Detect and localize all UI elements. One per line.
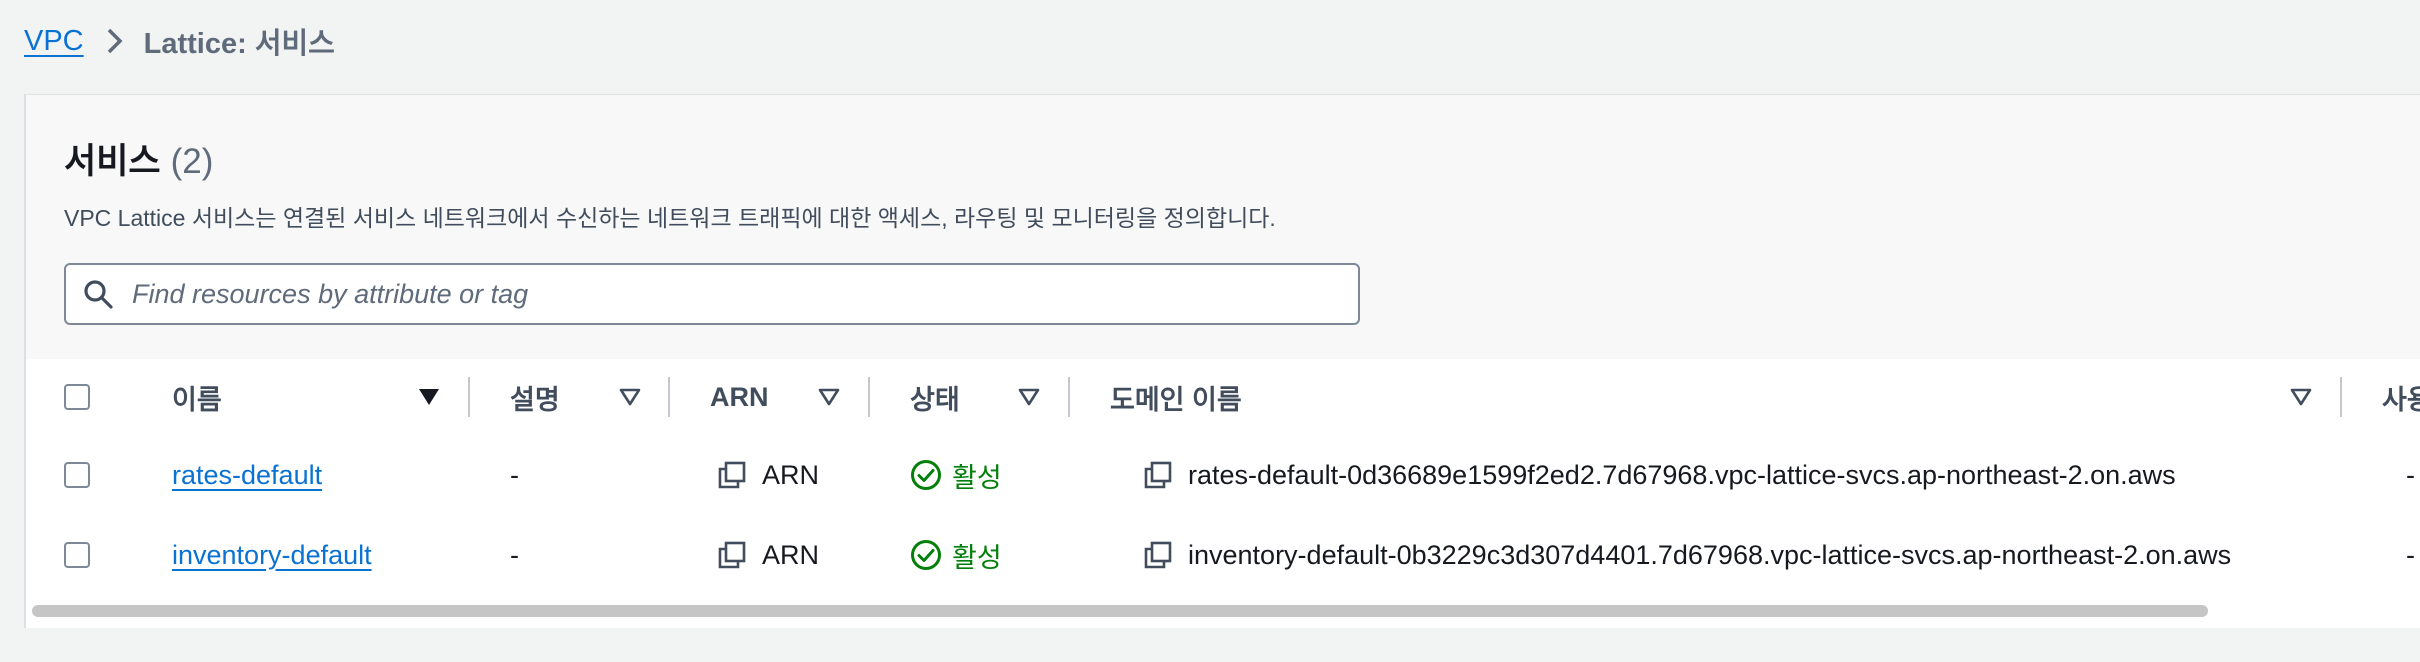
page-description: VPC Lattice 서비스는 연결된 서비스 네트워크에서 수신하는 네트워… (64, 205, 1276, 231)
search-icon (82, 278, 114, 310)
cell-domain: inventory-default-0b3229c3d307d4401.7d67… (1144, 515, 2231, 595)
status-text: 활성 (952, 462, 1002, 493)
cell-domain: rates-default-0d36689e1599f2ed2.7d67968.… (1144, 435, 2176, 515)
copy-icon[interactable] (718, 541, 746, 569)
cell-status: 활성 (910, 515, 1002, 595)
page-title: 서비스 (2) (64, 133, 213, 184)
row-checkbox[interactable] (64, 462, 90, 488)
check-circle-icon (910, 539, 942, 571)
column-header-arn[interactable]: ARN (710, 359, 769, 435)
caret-down-outline-icon[interactable] (2290, 359, 2312, 435)
breadcrumb-current: Lattice: 서비스 (143, 28, 335, 60)
arn-text: ARN (762, 539, 820, 570)
search-input[interactable] (130, 277, 1334, 311)
column-header-extra[interactable]: 사용 (2382, 359, 2420, 435)
select-all-cell (64, 359, 90, 435)
service-name-link[interactable]: inventory-default (172, 540, 372, 571)
column-resizer[interactable] (668, 377, 670, 417)
service-name-link[interactable]: rates-default (172, 460, 322, 491)
column-header-description[interactable]: 설명 (510, 359, 560, 435)
row-checkbox[interactable] (64, 542, 90, 568)
cell-arn: ARN (718, 515, 819, 595)
services-table-container: 서비스 (2) VPC Lattice 서비스는 연결된 서비스 네트워크에서 … (24, 94, 2420, 628)
caret-down-outline-icon[interactable] (818, 359, 840, 435)
check-circle-icon (910, 459, 942, 491)
breadcrumb-vpc-link[interactable]: VPC (24, 25, 84, 58)
copy-icon[interactable] (718, 461, 746, 489)
horizontal-scrollbar[interactable] (26, 595, 2420, 628)
title-count: (2) (170, 142, 214, 181)
column-header-domain[interactable]: 도메인 이름 (1110, 359, 1242, 435)
copy-icon[interactable] (1144, 461, 1172, 489)
cell-description: - (510, 459, 519, 490)
cell-status: 활성 (910, 435, 1002, 515)
chevron-right-icon (106, 27, 124, 55)
cell-description: - (510, 539, 519, 570)
title-text: 서비스 (64, 142, 161, 181)
table-row: rates-default - ARN 활성 rates-default-0d3… (26, 435, 2420, 517)
copy-icon[interactable] (1144, 541, 1172, 569)
table-row: inventory-default - ARN 활성 inventory-def… (26, 515, 2420, 597)
column-resizer[interactable] (1068, 377, 1070, 417)
table-header-row: 이름 설명 ARN 상태 도메인 이름 사용 (26, 359, 2420, 437)
domain-text: inventory-default-0b3229c3d307d4401.7d67… (1188, 539, 2232, 570)
cell-name: rates-default (172, 435, 322, 515)
column-resizer[interactable] (2340, 377, 2342, 417)
cell-name: inventory-default (172, 515, 372, 595)
caret-down-filled-icon[interactable] (418, 359, 440, 435)
breadcrumb: VPC Lattice: 서비스 (24, 18, 335, 64)
select-all-checkbox[interactable] (64, 384, 90, 410)
column-header-name[interactable]: 이름 (172, 359, 222, 435)
caret-down-outline-icon[interactable] (619, 359, 641, 435)
domain-text: rates-default-0d36689e1599f2ed2.7d67968.… (1188, 459, 2176, 490)
column-header-status[interactable]: 상태 (910, 359, 960, 435)
row-select-cell (64, 515, 90, 595)
scrollbar-thumb[interactable] (32, 605, 2208, 617)
table-header-area: 서비스 (2) VPC Lattice 서비스는 연결된 서비스 네트워크에서 … (26, 95, 2420, 360)
cell-arn: ARN (718, 435, 819, 515)
cell-extra: - (2406, 459, 2415, 490)
row-select-cell (64, 435, 90, 515)
arn-text: ARN (762, 459, 820, 490)
search-box[interactable] (64, 263, 1360, 325)
cell-extra: - (2406, 539, 2415, 570)
caret-down-outline-icon[interactable] (1018, 359, 1040, 435)
column-resizer[interactable] (868, 377, 870, 417)
status-text: 활성 (952, 542, 1002, 573)
column-resizer[interactable] (468, 377, 470, 417)
